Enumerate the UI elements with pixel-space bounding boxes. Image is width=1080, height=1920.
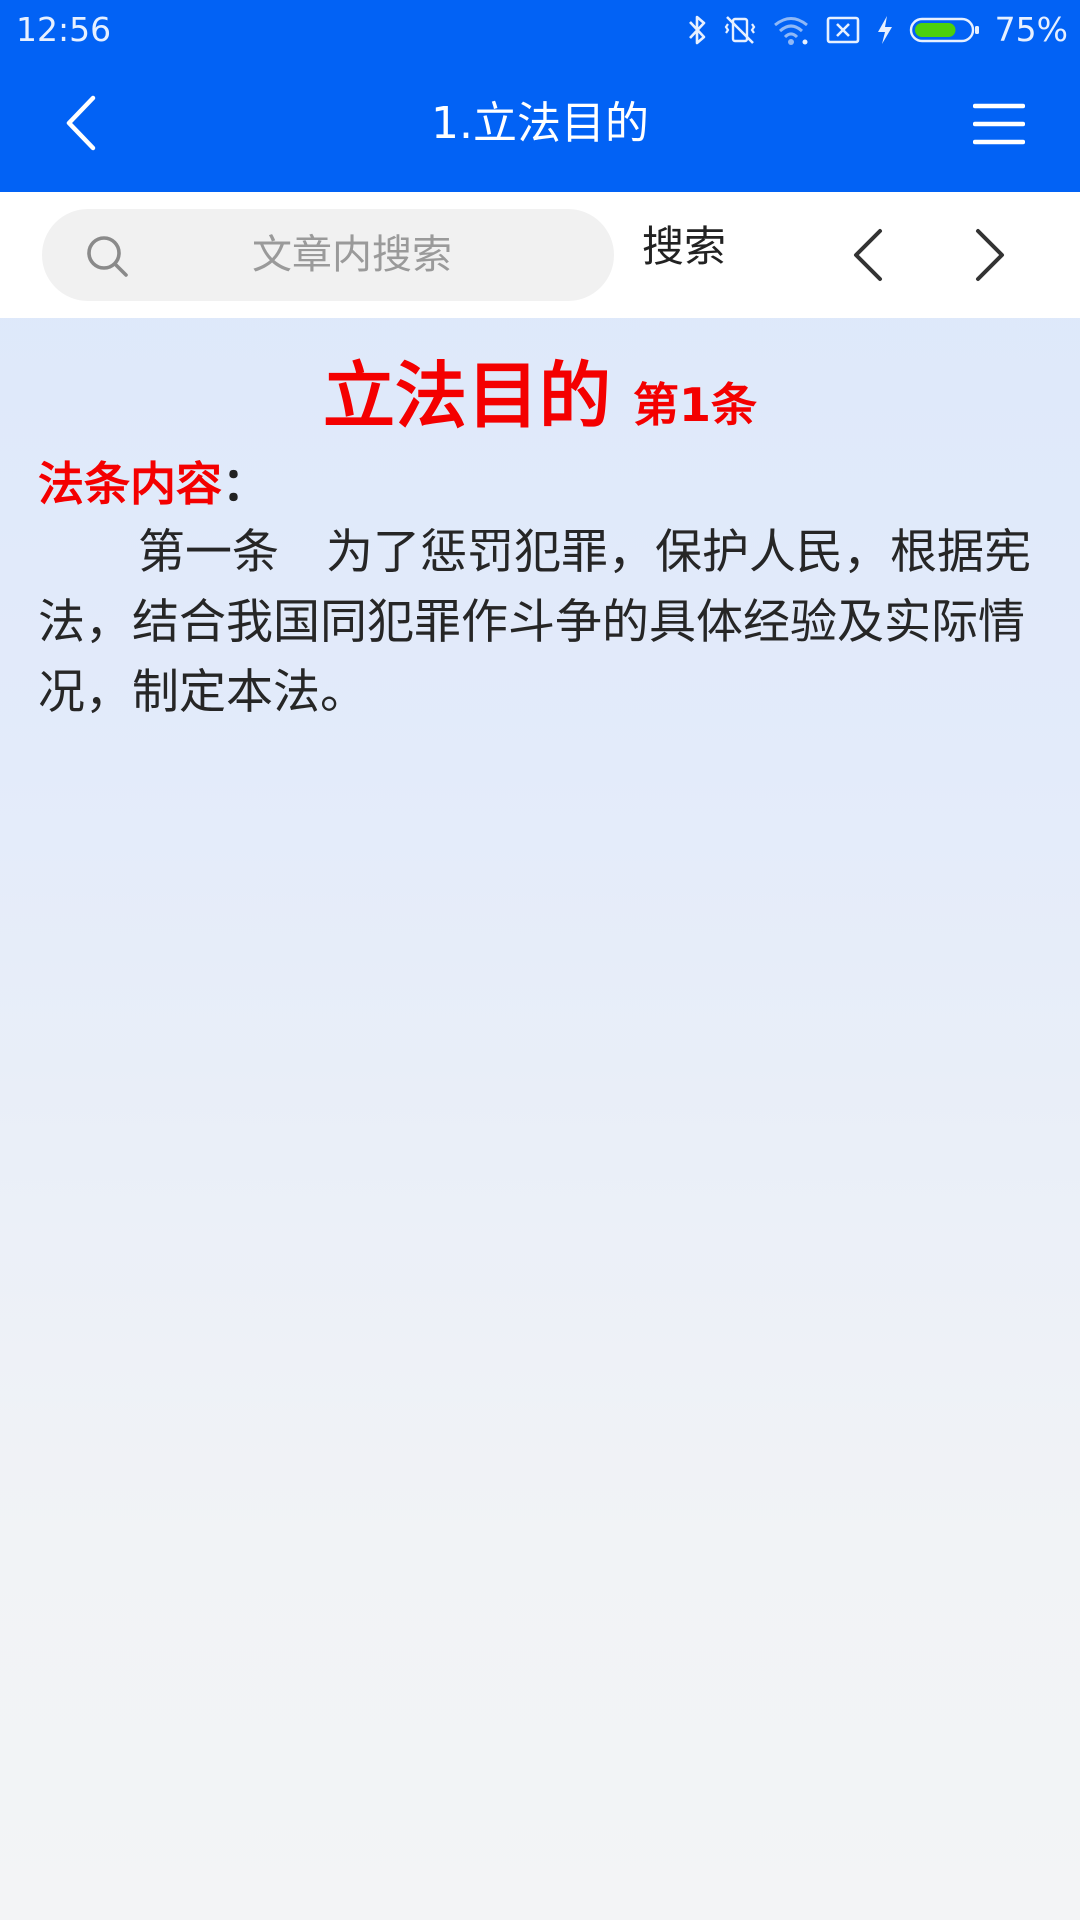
chevron-right-icon bbox=[976, 229, 1004, 281]
status-bar: 12:56 75% bbox=[0, 0, 1080, 62]
article-body: 第一条 为了惩罚犯罪，保护人民，根据宪法，结合我国同犯罪作斗争的具体经验及实际情… bbox=[38, 525, 1031, 720]
next-article-button[interactable] bbox=[960, 218, 1020, 292]
sim-none-icon bbox=[826, 16, 859, 44]
article-number: 第1条 bbox=[633, 378, 758, 432]
article-heading: 立法目的 第1条 bbox=[0, 354, 1080, 447]
charging-icon bbox=[877, 16, 892, 44]
status-icons: 75% bbox=[685, 8, 1068, 52]
battery-percent: 75% bbox=[994, 10, 1068, 49]
wifi-icon bbox=[773, 17, 808, 45]
status-time: 12:56 bbox=[16, 10, 112, 49]
battery-icon bbox=[909, 17, 979, 43]
section-label-colon: ： bbox=[222, 457, 268, 511]
menu-button[interactable] bbox=[964, 92, 1034, 156]
search-box[interactable] bbox=[42, 209, 614, 301]
search-input[interactable] bbox=[152, 209, 552, 301]
chevron-left-icon bbox=[66, 95, 96, 151]
hamburger-menu-icon bbox=[973, 103, 1025, 145]
search-button[interactable]: 搜索 bbox=[642, 218, 726, 276]
page-title: 1.立法目的 bbox=[431, 98, 649, 149]
article-title: 立法目的 bbox=[322, 354, 611, 438]
chevron-left-icon bbox=[854, 229, 882, 281]
bluetooth-icon bbox=[688, 15, 705, 45]
previous-article-button[interactable] bbox=[838, 218, 898, 292]
section-label: 法条内容： bbox=[38, 456, 268, 512]
app-bar: 1.立法目的 bbox=[0, 62, 1080, 192]
search-bar: 搜索 bbox=[0, 192, 1080, 318]
back-button[interactable] bbox=[46, 88, 116, 158]
search-icon bbox=[87, 236, 128, 277]
vibrate-off-icon bbox=[724, 16, 755, 44]
section-label-text: 法条内容 bbox=[38, 457, 222, 511]
